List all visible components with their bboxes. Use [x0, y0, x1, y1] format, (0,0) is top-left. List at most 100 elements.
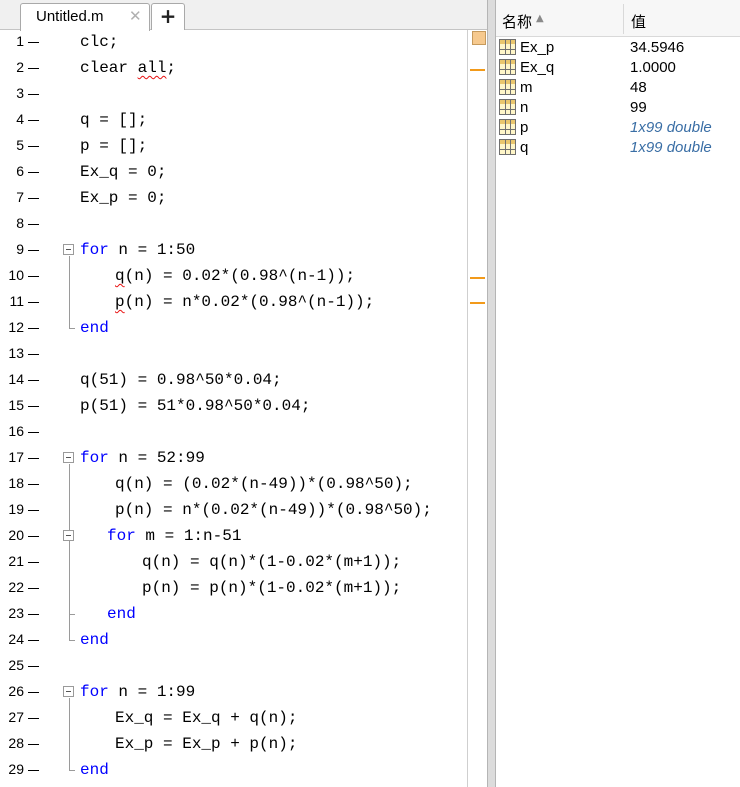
- code-line[interactable]: 7 Ex_p = 0;: [0, 186, 466, 212]
- variable-row[interactable]: p 1x99 double: [496, 117, 740, 137]
- code-line[interactable]: 16: [0, 420, 466, 446]
- warning-marker[interactable]: [470, 69, 485, 71]
- line-number: 5: [16, 137, 24, 153]
- breakpoint-marker[interactable]: [28, 484, 39, 485]
- code-line[interactable]: 5 p = [];: [0, 134, 466, 160]
- code-token: Ex_p = 0;: [80, 189, 167, 207]
- fold-toggle-icon[interactable]: [63, 530, 74, 541]
- breakpoint-marker[interactable]: [28, 536, 39, 537]
- variable-value: 1.0000: [630, 59, 676, 76]
- code-line[interactable]: 2 clear all;: [0, 56, 466, 82]
- keyword-token: for: [80, 449, 109, 467]
- breakpoint-marker[interactable]: [28, 770, 39, 771]
- code-area[interactable]: 1 clc; 2 clear all; 3 4 q = []; 5 p = []; 6 Ex_q =…: [0, 30, 466, 784]
- code-analyzer-status-icon[interactable]: [472, 31, 486, 45]
- fold-toggle-icon[interactable]: [63, 686, 74, 697]
- code-token: clc;: [80, 33, 119, 51]
- breakpoint-marker[interactable]: [28, 94, 39, 95]
- code-text: end: [80, 319, 109, 337]
- variable-name: q: [520, 139, 529, 156]
- line-number: 8: [16, 215, 24, 231]
- code-token: n = 52:99: [108, 449, 205, 467]
- column-separator[interactable]: [623, 4, 624, 34]
- code-line[interactable]: 8: [0, 212, 466, 238]
- variable-row[interactable]: n 99: [496, 97, 740, 117]
- fold-guide: [69, 256, 70, 328]
- code-line[interactable]: 4 q = [];: [0, 108, 466, 134]
- fold-toggle-icon[interactable]: [63, 452, 74, 463]
- fold-guide-end: [69, 770, 75, 771]
- warning-marker[interactable]: [470, 277, 485, 279]
- code-text: for n = 1:99: [80, 683, 195, 701]
- code-text: end: [80, 761, 109, 779]
- line-number: 13: [8, 345, 24, 361]
- variable-row[interactable]: Ex_q 1.0000: [496, 57, 740, 77]
- breakpoint-marker[interactable]: [28, 666, 39, 667]
- column-header-value[interactable]: 值: [631, 11, 646, 32]
- breakpoint-marker[interactable]: [28, 172, 39, 173]
- pane-splitter[interactable]: [487, 0, 496, 787]
- close-icon[interactable]: ✕: [129, 7, 142, 25]
- code-line[interactable]: 13: [0, 342, 466, 368]
- variable-row[interactable]: Ex_p 34.5946: [496, 37, 740, 57]
- sort-ascending-icon: ▲: [536, 13, 544, 24]
- breakpoint-marker[interactable]: [28, 224, 39, 225]
- breakpoint-marker[interactable]: [28, 614, 39, 615]
- fold-guide-end: [69, 614, 75, 615]
- workspace-header: 名称 ▲ 值: [496, 0, 740, 37]
- warning-marker[interactable]: [470, 302, 485, 304]
- code-line[interactable]: 6 Ex_q = 0;: [0, 160, 466, 186]
- breakpoint-marker[interactable]: [28, 406, 39, 407]
- code-token: q(n) = q(n)*(1-0.02*(m+1));: [142, 553, 402, 571]
- breakpoint-marker[interactable]: [28, 302, 39, 303]
- code-text: end: [80, 631, 109, 649]
- fold-toggle-icon[interactable]: [63, 244, 74, 255]
- code-token: clear: [80, 59, 138, 77]
- editor-tab-untitled[interactable]: Untitled.m ✕: [20, 3, 150, 31]
- code-line[interactable]: 1 clc;: [0, 30, 466, 56]
- code-text: for m = 1:n-51: [107, 527, 241, 545]
- line-number: 26: [8, 683, 24, 699]
- keyword-token: end: [107, 605, 136, 623]
- line-number: 29: [8, 761, 24, 777]
- breakpoint-marker[interactable]: [28, 354, 39, 355]
- column-header-name[interactable]: 名称: [502, 11, 532, 32]
- add-tab-button[interactable]: +: [151, 3, 185, 30]
- code-text: clc;: [80, 33, 118, 51]
- variable-name: n: [520, 99, 529, 116]
- breakpoint-marker[interactable]: [28, 146, 39, 147]
- code-line[interactable]: 25: [0, 654, 466, 680]
- code-line[interactable]: 15 p(51) = 51*0.98^50*0.04;: [0, 394, 466, 420]
- code-text: q = [];: [80, 111, 147, 129]
- breakpoint-marker[interactable]: [28, 640, 39, 641]
- breakpoint-marker[interactable]: [28, 510, 39, 511]
- code-token: q(51) = 0.98^50*0.04;: [80, 371, 282, 389]
- breakpoint-marker[interactable]: [28, 328, 39, 329]
- keyword-token: for: [107, 527, 136, 545]
- line-number: 15: [8, 397, 24, 413]
- breakpoint-marker[interactable]: [28, 692, 39, 693]
- code-text: Ex_q = Ex_q + q(n);: [115, 709, 297, 727]
- line-number: 18: [8, 475, 24, 491]
- code-line[interactable]: 3: [0, 82, 466, 108]
- line-number: 1: [16, 33, 24, 49]
- breakpoint-marker[interactable]: [28, 276, 39, 277]
- breakpoint-marker[interactable]: [28, 380, 39, 381]
- breakpoint-marker[interactable]: [28, 250, 39, 251]
- breakpoint-marker[interactable]: [28, 562, 39, 563]
- variable-row[interactable]: m 48: [496, 77, 740, 97]
- breakpoint-marker[interactable]: [28, 744, 39, 745]
- breakpoint-marker[interactable]: [28, 718, 39, 719]
- variable-value: 1x99 double: [630, 139, 712, 156]
- breakpoint-marker[interactable]: [28, 42, 39, 43]
- variable-row[interactable]: q 1x99 double: [496, 137, 740, 157]
- breakpoint-marker[interactable]: [28, 198, 39, 199]
- breakpoint-marker[interactable]: [28, 458, 39, 459]
- code-line[interactable]: 14 q(51) = 0.98^50*0.04;: [0, 368, 466, 394]
- breakpoint-marker[interactable]: [28, 120, 39, 121]
- breakpoint-marker[interactable]: [28, 432, 39, 433]
- breakpoint-marker[interactable]: [28, 68, 39, 69]
- breakpoint-marker[interactable]: [28, 588, 39, 589]
- code-token: p(n) = n*(0.02*(n-49))*(0.98^50);: [115, 501, 432, 519]
- code-text: q(n) = 0.02*(0.98^(n-1));: [115, 267, 355, 285]
